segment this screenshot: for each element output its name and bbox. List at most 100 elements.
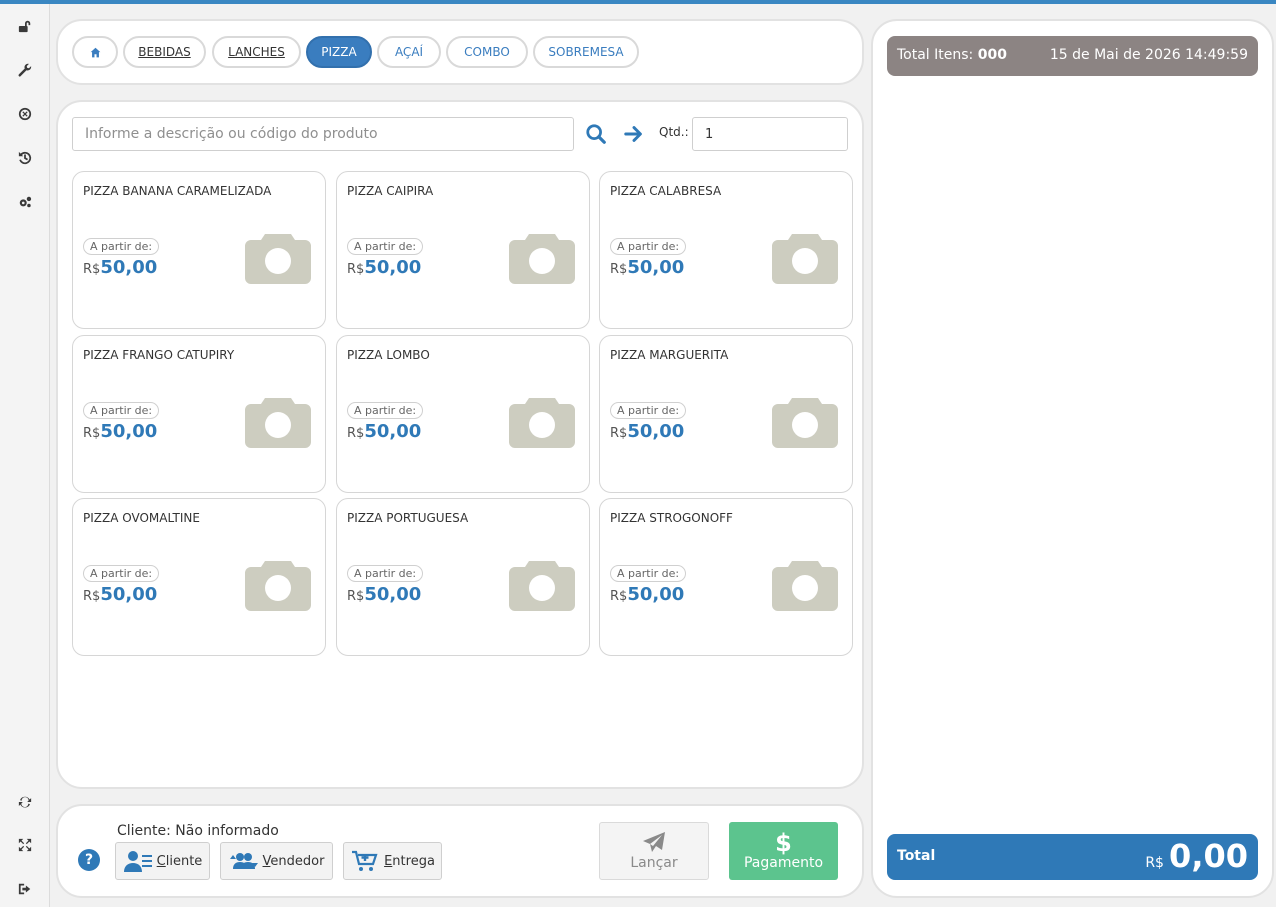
client-card-icon bbox=[123, 851, 152, 872]
category-bebidas[interactable]: BEBIDAS bbox=[123, 36, 206, 68]
entrega-button[interactable]: Entrega bbox=[343, 842, 442, 880]
price-currency: R$ bbox=[347, 426, 365, 441]
price-from-badge: A partir de: bbox=[83, 565, 160, 582]
product-name: PIZZA PORTUGUESA bbox=[347, 511, 469, 525]
wrench-icon[interactable] bbox=[15, 60, 35, 80]
pagamento-button[interactable]: $ Pagamento bbox=[729, 822, 838, 880]
price-from-badge: A partir de: bbox=[347, 238, 424, 255]
price-value: 50,00 bbox=[364, 257, 422, 278]
price-currency: R$ bbox=[83, 589, 101, 604]
price-value: 50,00 bbox=[100, 421, 158, 442]
product-name: PIZZA LOMBO bbox=[347, 348, 430, 362]
product-name: PIZZA FRANGO CATUPIRY bbox=[83, 348, 235, 362]
cliente-button[interactable]: Cliente bbox=[115, 842, 210, 880]
camera-icon bbox=[243, 557, 313, 613]
product-price: R$50,00 bbox=[83, 257, 157, 278]
camera-icon bbox=[507, 394, 577, 450]
top-accent-bar bbox=[0, 0, 1276, 4]
product-card[interactable]: PIZZA OVOMALTINE A partir de: R$50,00 bbox=[72, 498, 326, 656]
price-from-badge: A partir de: bbox=[347, 565, 424, 582]
price-currency: R$ bbox=[347, 589, 365, 604]
product-name: PIZZA MARGUERITA bbox=[610, 348, 729, 362]
product-name: PIZZA CALABRESA bbox=[610, 184, 722, 198]
cogs-icon[interactable] bbox=[15, 192, 35, 212]
camera-icon bbox=[770, 230, 840, 286]
order-panel bbox=[871, 19, 1274, 898]
total-label: Total bbox=[897, 848, 936, 864]
category-lanches[interactable]: LANCHES bbox=[212, 36, 301, 68]
users-exchange-icon bbox=[229, 853, 258, 869]
camera-icon bbox=[243, 230, 313, 286]
price-value: 50,00 bbox=[627, 584, 685, 605]
product-price: R$50,00 bbox=[83, 584, 157, 605]
product-price: R$50,00 bbox=[610, 421, 684, 442]
product-price: R$50,00 bbox=[347, 584, 421, 605]
search-icon[interactable] bbox=[584, 122, 608, 146]
total-itens-value: 000 bbox=[977, 47, 1007, 63]
price-from-badge: A partir de: bbox=[83, 238, 160, 255]
product-name: PIZZA BANANA CARAMELIZADA bbox=[83, 184, 272, 198]
history-icon[interactable] bbox=[15, 148, 35, 168]
arrow-right-icon[interactable] bbox=[622, 122, 646, 146]
product-card[interactable]: PIZZA FRANGO CATUPIRY A partir de: R$50,00 bbox=[72, 335, 326, 493]
category-combo[interactable]: COMBO bbox=[446, 36, 528, 68]
price-value: 50,00 bbox=[627, 257, 685, 278]
help-icon[interactable]: ? bbox=[78, 849, 100, 871]
product-price: R$50,00 bbox=[347, 257, 421, 278]
search-input[interactable] bbox=[72, 117, 574, 151]
price-value: 50,00 bbox=[364, 584, 422, 605]
category-sobremesa[interactable]: SOBREMESA bbox=[533, 36, 639, 68]
camera-icon bbox=[507, 557, 577, 613]
price-value: 50,00 bbox=[364, 421, 422, 442]
price-from-badge: A partir de: bbox=[610, 565, 687, 582]
category-pizza[interactable]: PIZZA bbox=[306, 36, 372, 68]
total-currency: R$ bbox=[1145, 855, 1164, 871]
camera-icon bbox=[770, 394, 840, 450]
qtd-input[interactable] bbox=[692, 117, 848, 151]
price-currency: R$ bbox=[347, 262, 365, 277]
product-name: PIZZA CAIPIRA bbox=[347, 184, 434, 198]
price-from-badge: A partir de: bbox=[610, 238, 687, 255]
product-card[interactable]: PIZZA BANANA CARAMELIZADA A partir de: R$5… bbox=[72, 171, 326, 329]
cart-plus-icon bbox=[352, 850, 378, 871]
vendedor-button[interactable]: Vendedor bbox=[220, 842, 333, 880]
product-card[interactable]: PIZZA MARGUERITA A partir de: R$50,00 bbox=[599, 335, 853, 493]
home-icon bbox=[90, 47, 100, 57]
home-button[interactable] bbox=[72, 36, 118, 68]
refresh-icon[interactable] bbox=[15, 792, 35, 812]
product-card[interactable]: PIZZA CALABRESA A partir de: R$50,00 bbox=[599, 171, 853, 329]
product-card[interactable]: PIZZA CAIPIRA A partir de: R$50,00 bbox=[336, 171, 590, 329]
product-card[interactable]: PIZZA LOMBO A partir de: R$50,00 bbox=[336, 335, 590, 493]
product-card[interactable]: PIZZA STROGONOFF A partir de: R$50,00 bbox=[599, 498, 853, 656]
price-value: 50,00 bbox=[100, 584, 158, 605]
total-bar: Total R$ 0,00 bbox=[887, 834, 1258, 880]
sidebar bbox=[0, 4, 50, 907]
camera-icon bbox=[770, 557, 840, 613]
price-currency: R$ bbox=[610, 589, 628, 604]
total-itens-label: Total Itens: bbox=[897, 47, 974, 63]
price-currency: R$ bbox=[83, 426, 101, 441]
product-name: PIZZA STROGONOFF bbox=[610, 511, 733, 525]
product-name: PIZZA OVOMALTINE bbox=[83, 511, 200, 525]
camera-icon bbox=[243, 394, 313, 450]
dollar-icon: $ bbox=[775, 829, 792, 857]
order-summary-bar: Total Itens: 000 15 de Mai de 2026 14:49… bbox=[887, 36, 1258, 76]
price-from-badge: A partir de: bbox=[83, 402, 160, 419]
price-value: 50,00 bbox=[627, 421, 685, 442]
product-price: R$50,00 bbox=[347, 421, 421, 442]
price-currency: R$ bbox=[83, 262, 101, 277]
unlock-icon[interactable] bbox=[15, 16, 35, 36]
product-price: R$50,00 bbox=[610, 584, 684, 605]
category-acai[interactable]: AÇAÍ bbox=[377, 36, 441, 68]
fullscreen-icon[interactable] bbox=[15, 835, 35, 855]
price-from-badge: A partir de: bbox=[610, 402, 687, 419]
close-circle-icon[interactable] bbox=[15, 104, 35, 124]
total-value: 0,00 bbox=[1169, 837, 1248, 875]
product-card[interactable]: PIZZA PORTUGUESA A partir de: R$50,00 bbox=[336, 498, 590, 656]
price-currency: R$ bbox=[610, 262, 628, 277]
lancar-button[interactable]: Lançar bbox=[599, 822, 709, 880]
product-price: R$50,00 bbox=[610, 257, 684, 278]
price-from-badge: A partir de: bbox=[347, 402, 424, 419]
logout-icon[interactable] bbox=[15, 879, 35, 899]
cliente-status: Cliente: Não informado bbox=[117, 823, 279, 839]
